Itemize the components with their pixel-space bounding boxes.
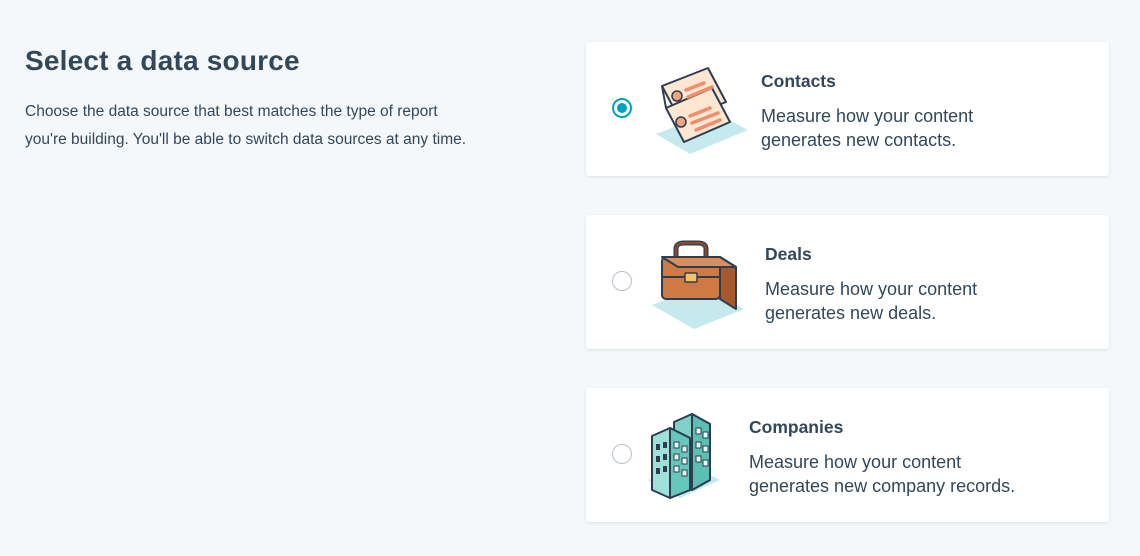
data-source-title: Companies	[749, 417, 844, 437]
description-line-2: generates new deals.	[765, 303, 937, 323]
data-source-title: Contacts	[761, 71, 836, 91]
data-source-title: Deals	[765, 244, 812, 264]
building-icon	[644, 402, 754, 508]
briefcase-icon	[644, 229, 754, 335]
description-line-1: Measure how your content	[765, 279, 978, 299]
intro-section: Select a data source Choose the data sou…	[25, 44, 565, 154]
contacts-card-icon	[644, 56, 754, 162]
data-source-text-deals: Deals Measure how your content generates…	[765, 243, 1095, 325]
data-source-description: Measure how your content generates new d…	[765, 277, 1095, 325]
page-title: Select a data source	[25, 45, 300, 76]
data-source-description: Measure how your content generates new c…	[761, 104, 1091, 152]
page-description-line-2: you're building. You'll be able to switc…	[25, 131, 467, 148]
data-source-text-companies: Companies Measure how your content gener…	[749, 416, 1079, 498]
data-source-card-companies[interactable]: Companies Measure how your content gener…	[586, 388, 1109, 522]
page-description: Choose the data source that best matches…	[25, 98, 565, 154]
description-line-2: generates new contacts.	[761, 130, 957, 150]
radio-deals[interactable]	[612, 271, 632, 291]
description-line-2: generates new company records.	[749, 476, 1016, 496]
data-source-card-deals[interactable]: Deals Measure how your content generates…	[586, 215, 1109, 349]
page-description-line-1: Choose the data source that best matches…	[25, 103, 438, 120]
radio-contacts[interactable]	[612, 98, 632, 118]
data-source-text-contacts: Contacts Measure how your content genera…	[761, 70, 1091, 152]
description-line-1: Measure how your content	[761, 106, 974, 126]
description-line-1: Measure how your content	[749, 452, 962, 472]
data-source-card-contacts[interactable]: Contacts Measure how your content genera…	[586, 42, 1109, 176]
radio-companies[interactable]	[612, 444, 632, 464]
data-source-description: Measure how your content generates new c…	[749, 450, 1079, 498]
